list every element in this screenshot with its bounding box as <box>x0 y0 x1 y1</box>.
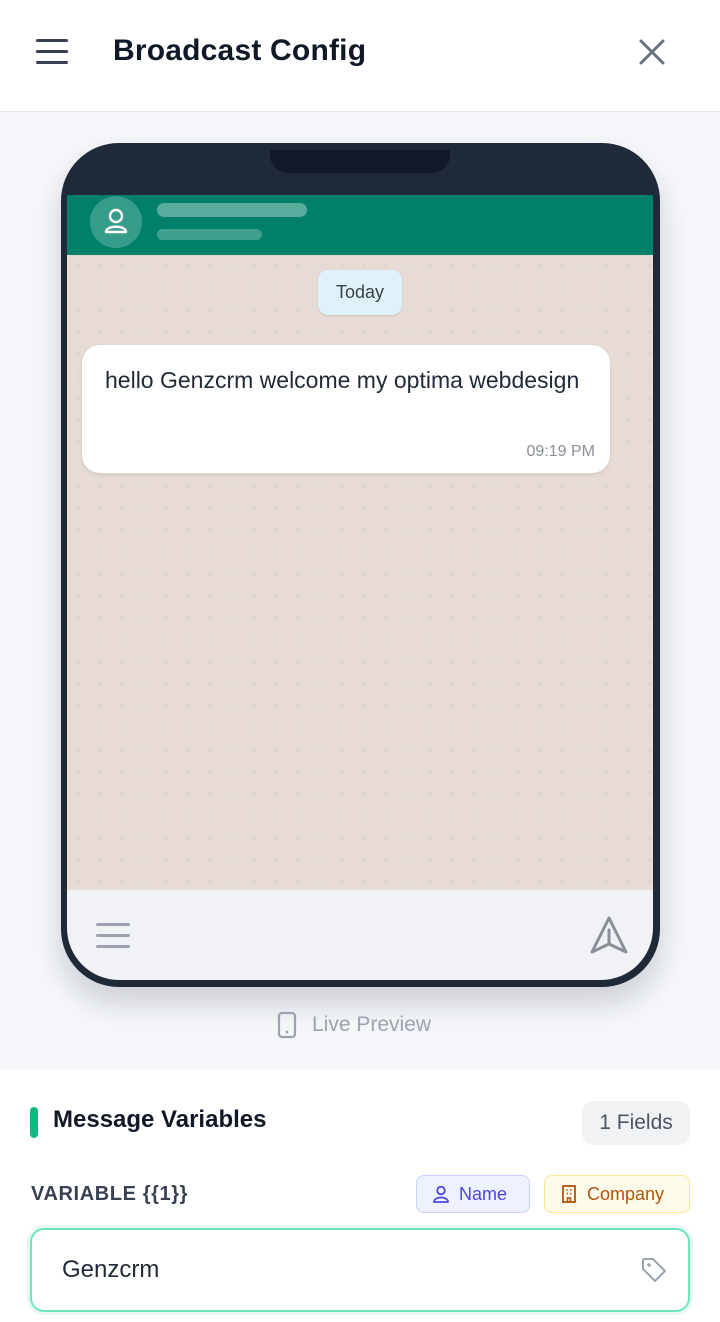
chat-input-bar <box>67 890 653 980</box>
date-chip: Today <box>318 270 402 315</box>
name-chip-label: Name <box>459 1183 508 1204</box>
close-icon[interactable] <box>634 34 670 70</box>
variable-value-input[interactable] <box>62 1252 622 1288</box>
user-icon <box>433 1185 449 1203</box>
app-header: Broadcast Config <box>0 0 720 112</box>
tag-icon <box>642 1258 666 1282</box>
contact-name-placeholder <box>157 203 307 217</box>
live-preview-label: Live Preview <box>276 1010 431 1040</box>
fields-count-badge: 1 Fields <box>582 1101 690 1145</box>
section-title: Message Variables <box>53 1106 267 1133</box>
chat-menu-icon[interactable] <box>96 918 130 952</box>
message-bubble: hello Genzcrm welcome my optima webdesig… <box>82 345 610 473</box>
user-icon <box>104 208 128 234</box>
phone-notch <box>270 150 450 173</box>
page-title: Broadcast Config <box>113 34 367 67</box>
variable-label: VARIABLE {{1}} <box>31 1183 188 1205</box>
section-accent <box>30 1107 38 1138</box>
send-icon[interactable] <box>588 914 630 956</box>
variable-input-wrapper <box>30 1228 690 1312</box>
message-text: hello Genzcrm welcome my optima webdesig… <box>105 367 580 393</box>
contact-avatar <box>90 196 142 248</box>
company-chip-button[interactable]: Company <box>544 1175 690 1213</box>
smartphone-icon <box>277 1011 297 1039</box>
company-chip-label: Company <box>587 1183 665 1204</box>
message-time: 09:19 PM <box>526 443 595 460</box>
contact-status-placeholder <box>157 229 262 240</box>
chat-header <box>67 195 653 255</box>
name-chip-button[interactable]: Name <box>416 1175 530 1213</box>
building-icon <box>562 1185 576 1203</box>
live-preview-text: Live Preview <box>312 1013 432 1036</box>
menu-icon[interactable] <box>34 36 72 68</box>
